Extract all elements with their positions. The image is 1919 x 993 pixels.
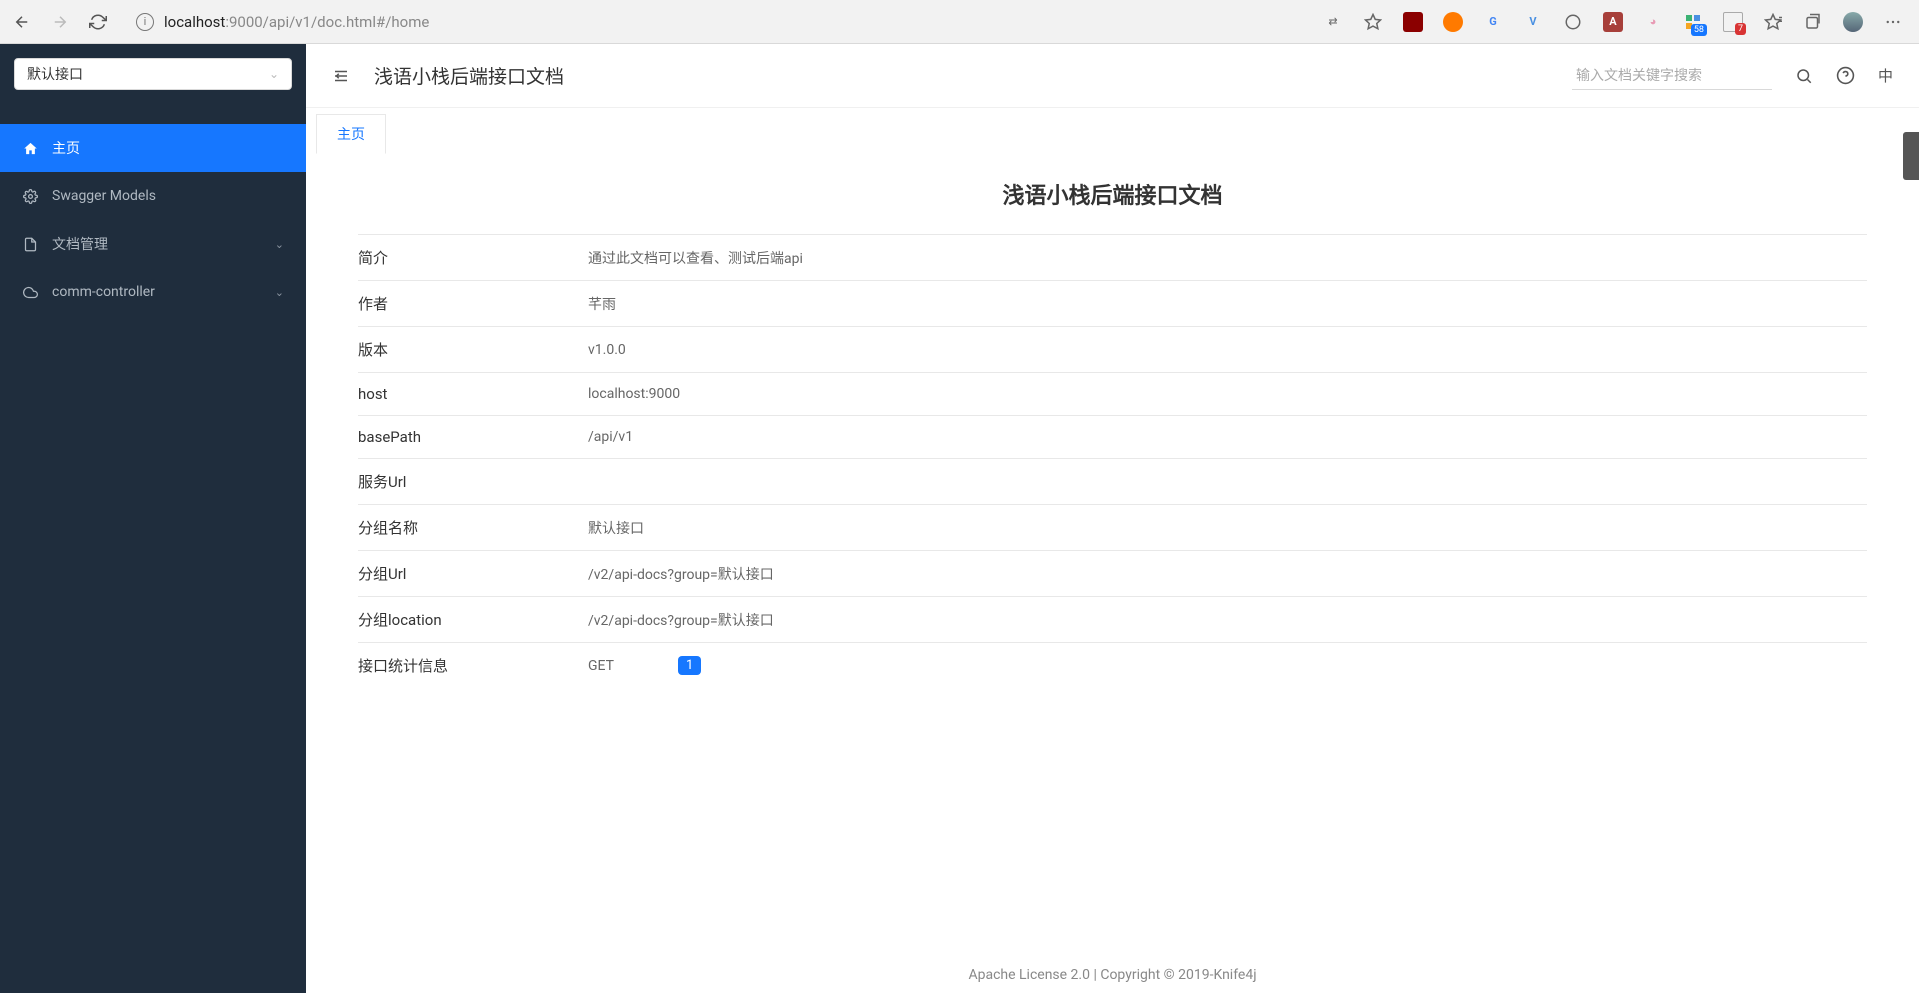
- info-row-version: 版本 v1.0.0: [358, 327, 1867, 373]
- info-label: 作者: [358, 293, 588, 314]
- footer-link[interactable]: Knife4j: [1213, 967, 1256, 983]
- arrow-right-icon: [51, 13, 69, 31]
- extension-cat-icon[interactable]: ◕: [1643, 12, 1663, 32]
- forward-button[interactable]: [50, 12, 70, 32]
- extension-circle-icon[interactable]: [1563, 12, 1583, 32]
- info-value: GET 1: [588, 655, 1867, 676]
- arrow-left-icon: [13, 13, 31, 31]
- address-bar[interactable]: i localhost:9000/api/v1/doc.html#/home: [126, 7, 1305, 37]
- badge-count: 58: [1691, 24, 1707, 36]
- info-value: 默认接口: [588, 517, 1867, 538]
- sidebar-item-home[interactable]: 主页: [0, 124, 306, 172]
- info-row-serviceurl: 服务Url: [358, 459, 1867, 505]
- info-value: 通过此文档可以查看、测试后端api: [588, 247, 1867, 268]
- refresh-icon: [89, 13, 107, 31]
- translate-icon[interactable]: ⇄: [1323, 12, 1343, 32]
- sidebar-item-label: 文档管理: [52, 234, 108, 254]
- info-value: 芊雨: [588, 293, 1867, 314]
- doc-title: 浅语小栈后端接口文档: [358, 178, 1867, 210]
- url-text: localhost:9000/api/v1/doc.html#/home: [164, 13, 429, 31]
- profile-avatar-icon[interactable]: [1843, 12, 1863, 32]
- info-value: [588, 471, 1867, 492]
- info-label: 版本: [358, 339, 588, 360]
- chevron-down-icon: ⌄: [275, 286, 284, 299]
- sidebar-item-doc-manage[interactable]: 文档管理 ⌄: [0, 220, 306, 268]
- chevron-down-icon: ⌄: [269, 67, 279, 81]
- sidebar-item-comm-controller[interactable]: comm-controller ⌄: [0, 268, 306, 316]
- favorite-icon[interactable]: [1363, 12, 1383, 32]
- badge-count: 7: [1735, 23, 1746, 35]
- extension-a-icon[interactable]: A: [1603, 12, 1623, 32]
- footer-text: Apache License 2.0 | Copyright © 2019-: [968, 967, 1213, 983]
- more-menu-icon[interactable]: [1883, 12, 1903, 32]
- info-value: /api/v1: [588, 428, 1867, 446]
- info-label: host: [358, 385, 588, 403]
- select-value: 默认接口: [27, 64, 83, 84]
- back-button[interactable]: [12, 12, 32, 32]
- info-label: 分组Url: [358, 563, 588, 584]
- tab-label: 主页: [337, 127, 365, 143]
- api-group-select[interactable]: 默认接口 ⌄: [14, 58, 292, 90]
- info-icon: i: [136, 13, 154, 31]
- sidebar-item-swagger-models[interactable]: Swagger Models: [0, 172, 306, 220]
- sidebar-menu: 主页 Swagger Models 文档管理 ⌄ comm-controller…: [0, 124, 306, 316]
- info-row-author: 作者 芊雨: [358, 281, 1867, 327]
- help-button[interactable]: [1836, 66, 1856, 86]
- tab-home[interactable]: 主页: [316, 114, 386, 154]
- collapse-sidebar-button[interactable]: [332, 67, 350, 85]
- side-panel-handle[interactable]: [1903, 132, 1919, 180]
- info-row-groupname: 分组名称 默认接口: [358, 505, 1867, 551]
- info-row-host: host localhost:9000: [358, 373, 1867, 416]
- info-value: localhost:9000: [588, 385, 1867, 403]
- extension-blue-v-icon[interactable]: V: [1523, 12, 1543, 32]
- info-label: 简介: [358, 247, 588, 268]
- search-button[interactable]: [1794, 66, 1814, 86]
- search-icon: [1795, 67, 1813, 85]
- info-label: 分组名称: [358, 517, 588, 538]
- info-label: 接口统计信息: [358, 655, 588, 676]
- ublock-icon[interactable]: [1403, 12, 1423, 32]
- footer: Apache License 2.0 | Copyright © 2019-Kn…: [306, 957, 1919, 993]
- info-row-stats: 接口统计信息 GET 1: [358, 643, 1867, 688]
- sidebar-item-label: 主页: [52, 138, 80, 158]
- sidebar: 默认接口 ⌄ 主页 Swagger Models 文档管理 ⌄ comm-con…: [0, 44, 306, 993]
- info-value: /v2/api-docs?group=默认接口: [588, 563, 1867, 584]
- app-title: 浅语小栈后端接口文档: [374, 62, 564, 89]
- info-row-basepath: basePath /api/v1: [358, 416, 1867, 459]
- stats-count-badge: 1: [678, 656, 701, 675]
- home-icon: [22, 141, 38, 156]
- info-row-grouplocation: 分组location /v2/api-docs?group=默认接口: [358, 597, 1867, 643]
- browser-toolbar: i localhost:9000/api/v1/doc.html#/home ⇄…: [0, 0, 1919, 44]
- collections-icon[interactable]: [1803, 12, 1823, 32]
- extension-calendar-icon[interactable]: 7: [1723, 12, 1743, 32]
- extension-icons: ⇄ G V A ◕ 58 7: [1323, 12, 1907, 32]
- sidebar-item-label: comm-controller: [52, 284, 155, 300]
- stats-method: GET: [588, 658, 614, 674]
- info-row-groupurl: 分组Url /v2/api-docs?group=默认接口: [358, 551, 1867, 597]
- chevron-down-icon: ⌄: [275, 238, 284, 251]
- extension-orange-icon[interactable]: [1443, 12, 1463, 32]
- content-area: 浅语小栈后端接口文档 简介 通过此文档可以查看、测试后端api 作者 芊雨 版本…: [306, 154, 1919, 993]
- sidebar-item-label: Swagger Models: [52, 188, 156, 204]
- search-input[interactable]: [1572, 61, 1772, 90]
- info-value: v1.0.0: [588, 339, 1867, 360]
- info-value: /v2/api-docs?group=默认接口: [588, 609, 1867, 630]
- info-row-intro: 简介 通过此文档可以查看、测试后端api: [358, 234, 1867, 281]
- help-icon: [1836, 66, 1855, 85]
- extension-blocks-icon[interactable]: 58: [1683, 12, 1703, 32]
- favorites-star-icon[interactable]: [1763, 12, 1783, 32]
- model-icon: [22, 189, 38, 204]
- app-header: 浅语小栈后端接口文档 中: [306, 44, 1919, 108]
- tabs-bar: 主页: [306, 108, 1919, 154]
- refresh-button[interactable]: [88, 12, 108, 32]
- info-label: basePath: [358, 428, 588, 446]
- language-button[interactable]: 中: [1878, 65, 1893, 86]
- info-label: 分组location: [358, 609, 588, 630]
- cloud-icon: [22, 285, 38, 300]
- google-translate-icon[interactable]: G: [1483, 12, 1503, 32]
- menu-fold-icon: [332, 67, 350, 85]
- doc-icon: [22, 237, 38, 252]
- main-area: 浅语小栈后端接口文档 中 主页 浅语小栈后端接口文档 简介 通过此文档可以: [306, 44, 1919, 993]
- info-label: 服务Url: [358, 471, 588, 492]
